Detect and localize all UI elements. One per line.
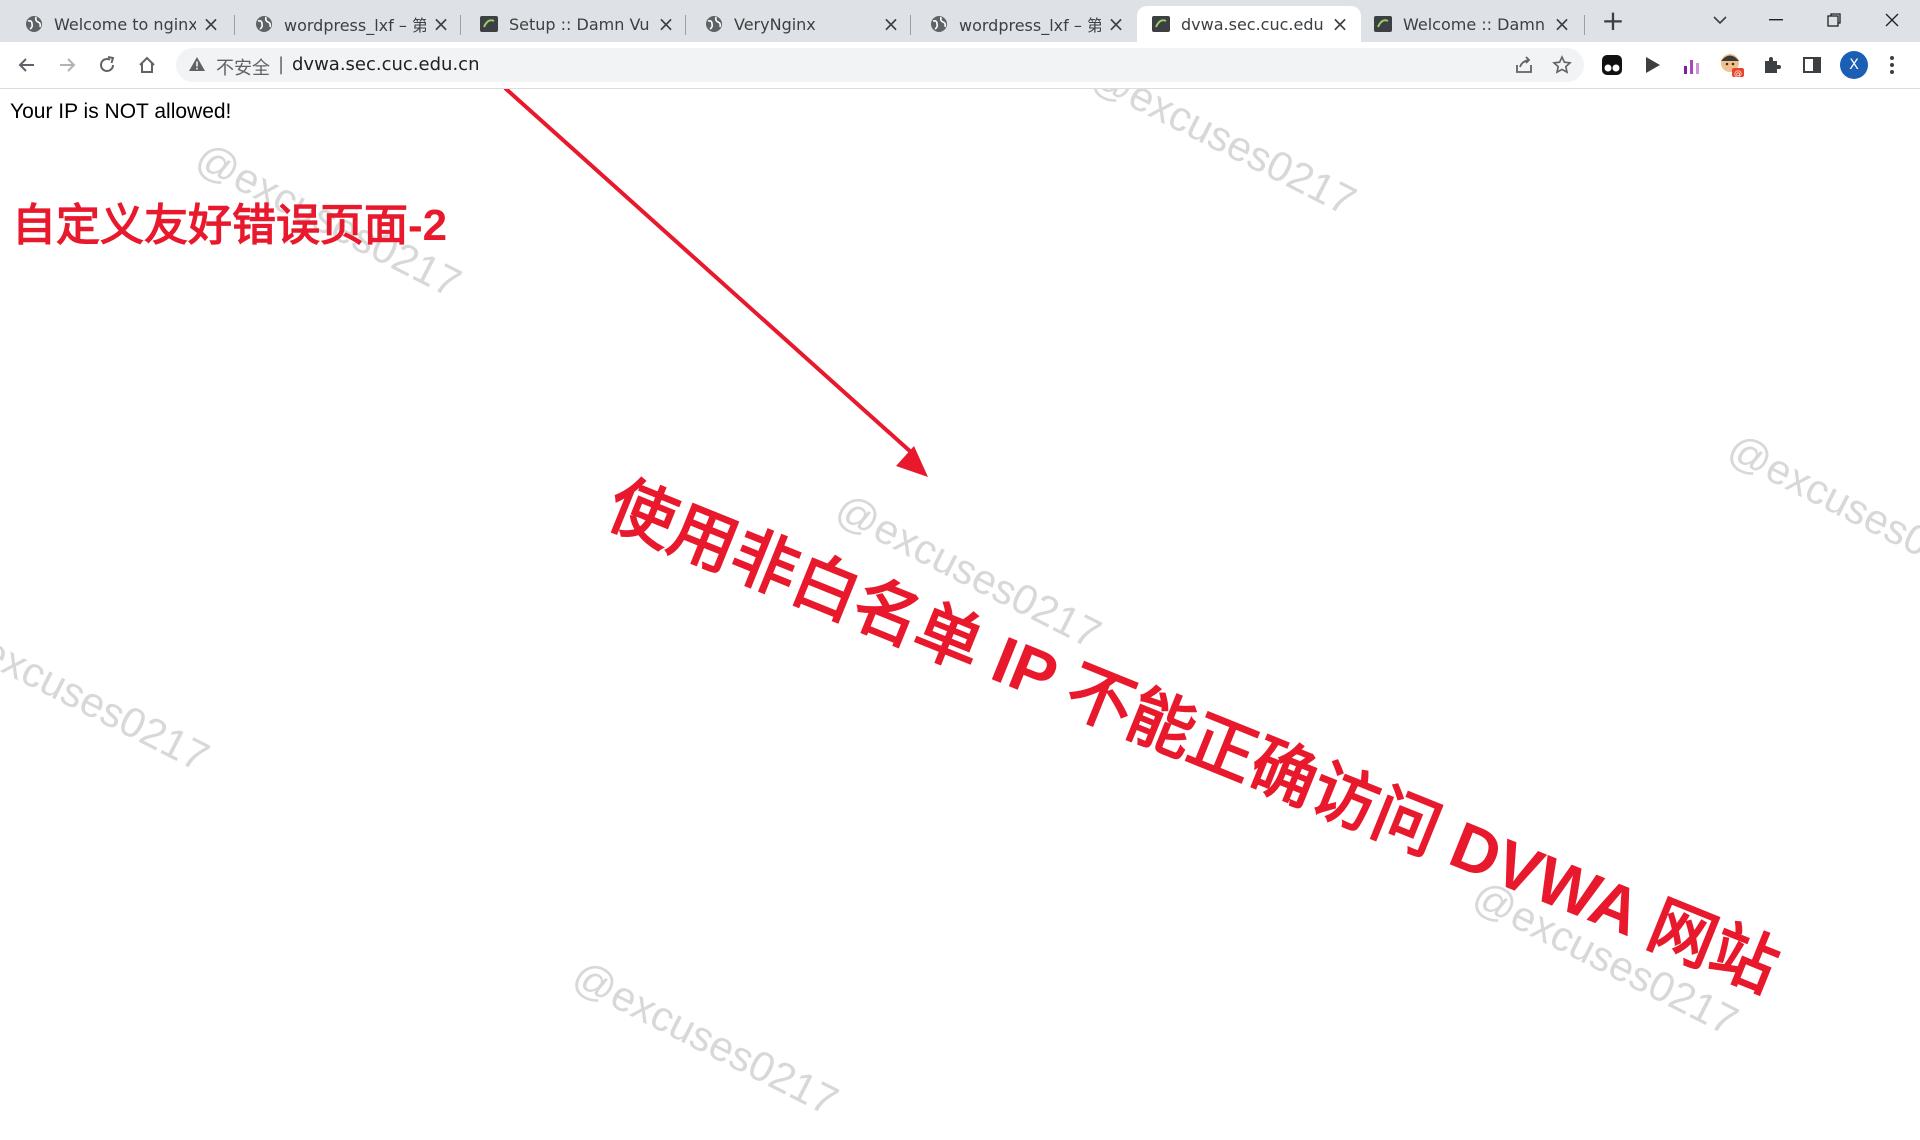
tab-wordpress-1[interactable]: wordpress_lxf – 第五 × [230, 6, 462, 42]
back-button[interactable] [11, 49, 43, 81]
url-text[interactable]: dvwa.sec.cuc.edu.cn [292, 54, 479, 75]
page-content: Your IP is NOT allowed! @excuses0217 @ex… [0, 89, 1920, 1140]
tab-search-button[interactable] [1700, 6, 1740, 34]
close-icon[interactable]: × [432, 12, 450, 36]
close-icon[interactable]: × [1107, 12, 1125, 36]
reload-button[interactable] [91, 49, 123, 81]
new-tab-button[interactable]: + [1599, 7, 1627, 36]
globe-icon [929, 14, 949, 34]
tab-title: Welcome to nginx! [54, 14, 196, 34]
dvwa-icon [479, 14, 499, 34]
browser-toolbar: 不安全 | dvwa.sec.cuc.edu.cn @ X [0, 42, 1920, 89]
dvwa-icon [1151, 14, 1171, 34]
address-divider: | [278, 54, 285, 75]
tab-strip: Welcome to nginx! × wordpress_lxf – 第五 ×… [0, 0, 1920, 42]
tab-verynginx[interactable]: VeryNginx × [680, 6, 912, 42]
tab-title: Welcome :: Damn Vu [1403, 14, 1547, 34]
tab-title: wordpress_lxf – 第五 [284, 16, 426, 35]
tab-dvwa-active[interactable]: dvwa.sec.cuc.edu.cn × [1137, 6, 1361, 42]
bookmark-star-icon[interactable] [1550, 53, 1574, 77]
address-bar[interactable]: 不安全 | dvwa.sec.cuc.edu.cn [176, 48, 1584, 82]
svg-text:@: @ [1734, 69, 1742, 78]
tab-welcome-dvwa[interactable]: Welcome :: Damn Vu × [1361, 6, 1583, 42]
close-icon[interactable]: × [882, 12, 900, 36]
home-icon [139, 56, 155, 73]
tampermonkey-icon[interactable] [1598, 51, 1626, 79]
close-icon[interactable]: × [202, 12, 220, 36]
menu-kebab-icon[interactable] [1878, 51, 1906, 79]
globe-icon [704, 14, 724, 34]
arrow-right-icon [60, 58, 76, 72]
minimize-icon [1769, 19, 1783, 21]
play-icon[interactable] [1638, 51, 1666, 79]
restore-icon [1827, 13, 1841, 27]
chevron-down-icon [1713, 16, 1727, 25]
tab-welcome-nginx[interactable]: Welcome to nginx! × [0, 6, 232, 42]
anime-avatar-icon[interactable]: @ [1718, 51, 1746, 79]
close-icon [1885, 13, 1899, 27]
reload-icon [100, 56, 115, 72]
extensions-puzzle-icon[interactable] [1758, 51, 1786, 79]
globe-icon [24, 14, 44, 34]
close-icon[interactable]: × [657, 12, 675, 36]
warning-icon[interactable] [188, 56, 206, 76]
tab-wordpress-2[interactable]: wordpress_lxf – 第五 × [905, 6, 1137, 42]
tab-divider [1584, 15, 1585, 35]
restore-button[interactable] [1814, 6, 1854, 34]
annotation-title: 自定义友好错误页面-2 [12, 201, 448, 250]
close-icon[interactable]: × [1331, 12, 1349, 36]
tab-title: VeryNginx [734, 14, 816, 34]
side-panel-icon[interactable] [1798, 51, 1826, 79]
tab-title: wordpress_lxf – 第五 [959, 16, 1101, 35]
close-icon[interactable]: × [1553, 12, 1571, 36]
profile-avatar[interactable]: X [1840, 51, 1868, 79]
analytics-icon[interactable] [1678, 51, 1706, 79]
home-button[interactable] [131, 49, 163, 81]
dvwa-icon [1373, 14, 1393, 34]
close-window-button[interactable] [1872, 6, 1912, 34]
tab-title: Setup :: Damn Vulne [509, 14, 651, 34]
tab-setup-dvwa[interactable]: Setup :: Damn Vulne × [455, 6, 687, 42]
forward-button[interactable] [51, 49, 83, 81]
tab-title: dvwa.sec.cuc.edu.cn [1181, 14, 1325, 34]
share-icon[interactable] [1512, 53, 1536, 77]
security-label[interactable]: 不安全 [216, 54, 270, 80]
globe-icon [254, 14, 274, 34]
arrow-left-icon [18, 58, 34, 72]
minimize-button[interactable] [1756, 6, 1796, 34]
